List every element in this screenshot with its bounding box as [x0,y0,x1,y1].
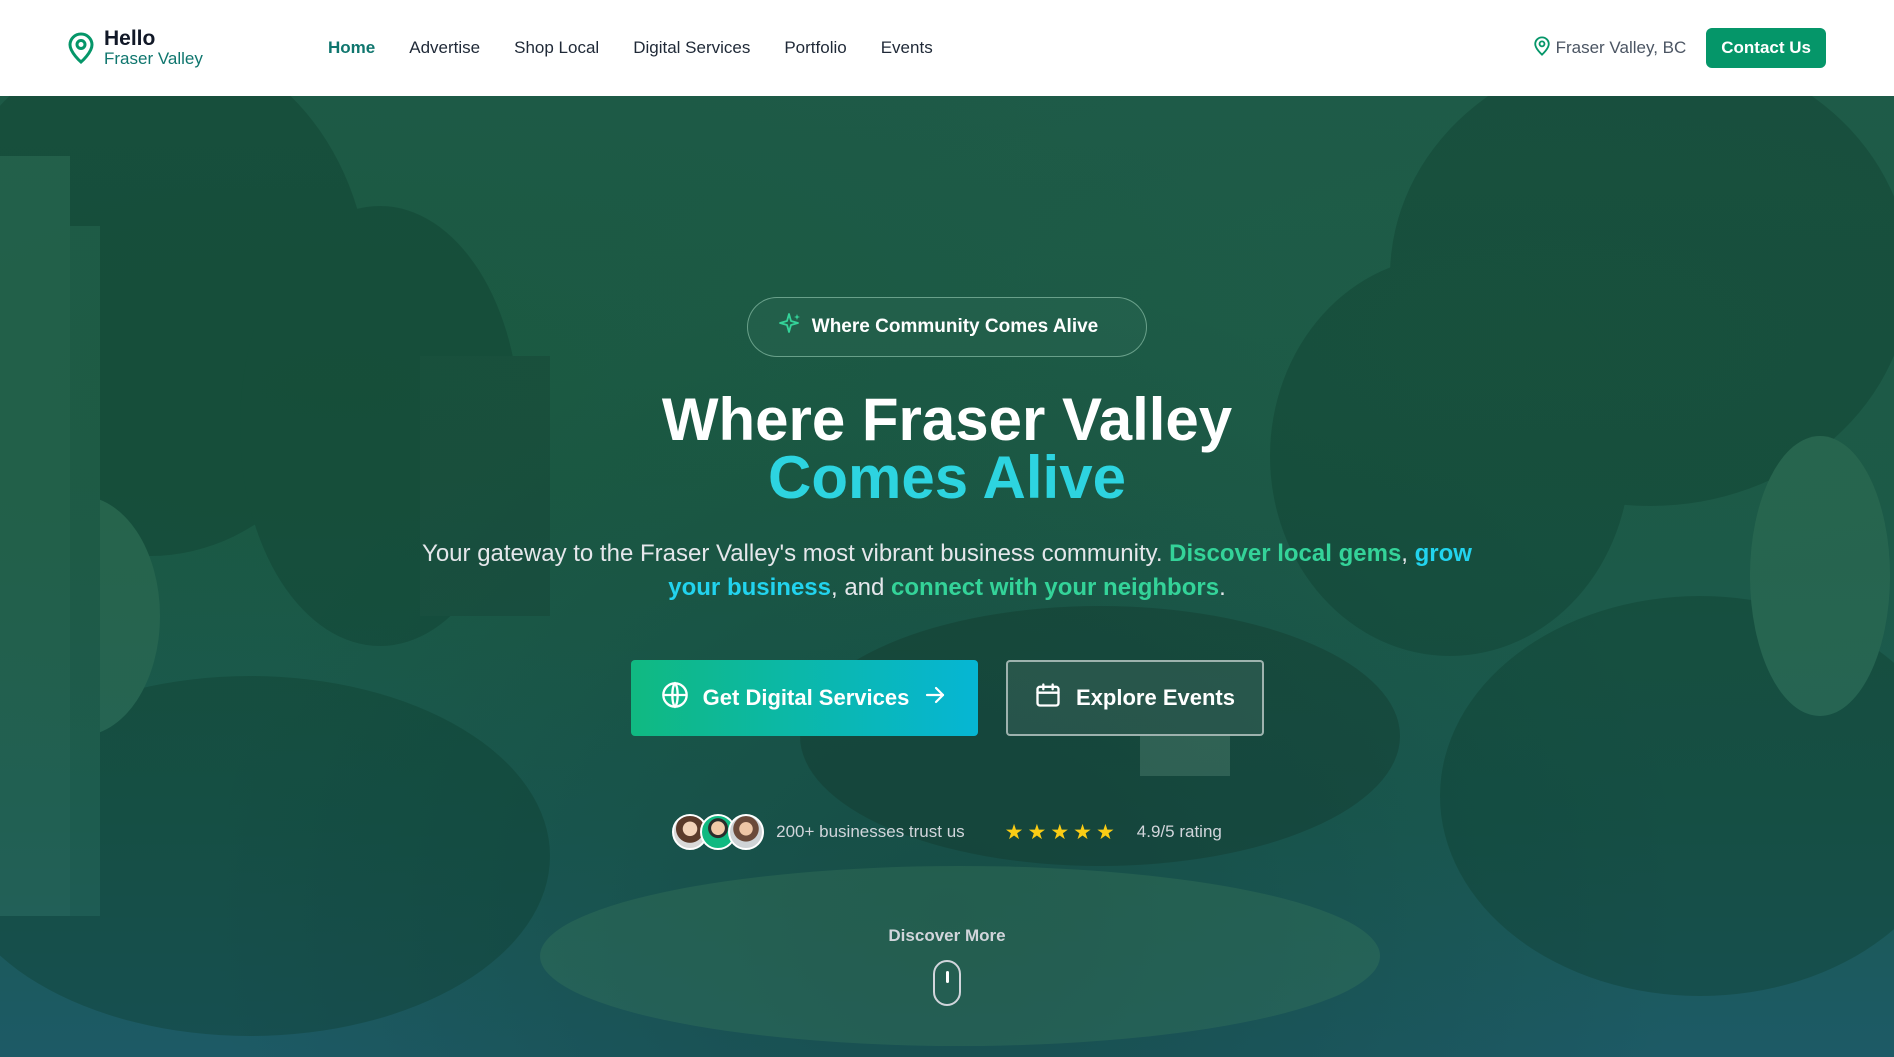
avatar [728,814,765,850]
sparkles-icon [778,312,802,342]
header-actions: Fraser Valley, BC Contact Us [1533,28,1826,68]
star-icon: ★ [1004,820,1024,844]
subtitle-text: , [1401,540,1415,567]
location-text: Fraser Valley, BC [1555,38,1687,57]
subtitle-text: , and [830,574,892,601]
hero-section: Where Community Comes Alive Where Fraser… [0,96,1894,1057]
hero-cta-row: Get Digital Services Explore Events [630,660,1264,736]
avatar-group [672,814,765,850]
hero-subtitle: Your gateway to the Fraser Valley's most… [397,537,1497,605]
calendar-icon [1034,681,1062,715]
subtitle-highlight-connect: connect with your neighbors [891,574,1220,601]
star-icon: ★ [1027,820,1047,844]
hero-badge-label: Where Community Comes Alive [811,316,1099,337]
brand-logo[interactable]: Hello Fraser Valley [68,27,258,69]
scroll-down-icon[interactable] [933,960,961,1006]
nav-item-home[interactable]: Home [328,38,375,58]
get-digital-services-label: Get Digital Services [702,685,910,710]
location-indicator: Fraser Valley, BC [1533,35,1687,61]
get-digital-services-button[interactable]: Get Digital Services [630,660,978,736]
subtitle-highlight-discover: Discover local gems [1169,540,1402,567]
nav-item-portfolio[interactable]: Portfolio [784,38,846,58]
nav-item-events[interactable]: Events [881,38,933,58]
site-header: Hello Fraser Valley Home Advertise Shop … [0,0,1894,96]
arrow-right-icon [923,683,947,713]
contact-us-button[interactable]: Contact Us [1706,28,1826,68]
nav-item-digital-services[interactable]: Digital Services [633,38,750,58]
social-proof: 200+ businesses trust us ★ ★ ★ ★ ★ 4.9/5… [672,814,1222,850]
main-nav: Home Advertise Shop Local Digital Servic… [328,38,933,58]
map-pin-icon [1533,35,1550,61]
rating-text: 4.9/5 rating [1136,822,1222,841]
globe-icon [661,681,689,715]
rating-stars: ★ ★ ★ ★ ★ [1005,822,1115,843]
subtitle-text: Your gateway to the Fraser Valley's most… [422,540,1170,567]
subtitle-text: . [1219,574,1226,601]
star-icon: ★ [1073,820,1092,844]
star-icon: ★ [1050,820,1070,844]
explore-events-label: Explore Events [1076,685,1235,710]
hero-headline-line2: Comes Alive [768,444,1126,511]
trust-text: 200+ businesses trust us [776,822,965,841]
scroll-indicator-dot [946,971,949,983]
discover-more-label: Discover More [888,926,1006,945]
star-icon: ★ [1095,820,1115,844]
explore-events-button[interactable]: Explore Events [1005,660,1264,736]
map-pin-icon [68,32,94,64]
nav-item-shop-local[interactable]: Shop Local [514,38,599,58]
hero-content: Where Community Comes Alive Where Fraser… [0,96,1894,1006]
nav-item-advertise[interactable]: Advertise [409,38,480,58]
brand-name: Hello Fraser Valley [104,27,203,69]
hero-badge: Where Community Comes Alive [746,297,1148,357]
hero-headline-line1: Where Fraser Valley [661,386,1233,453]
brand-name-line2: Fraser Valley [104,49,203,69]
brand-name-line1: Hello [104,27,156,51]
